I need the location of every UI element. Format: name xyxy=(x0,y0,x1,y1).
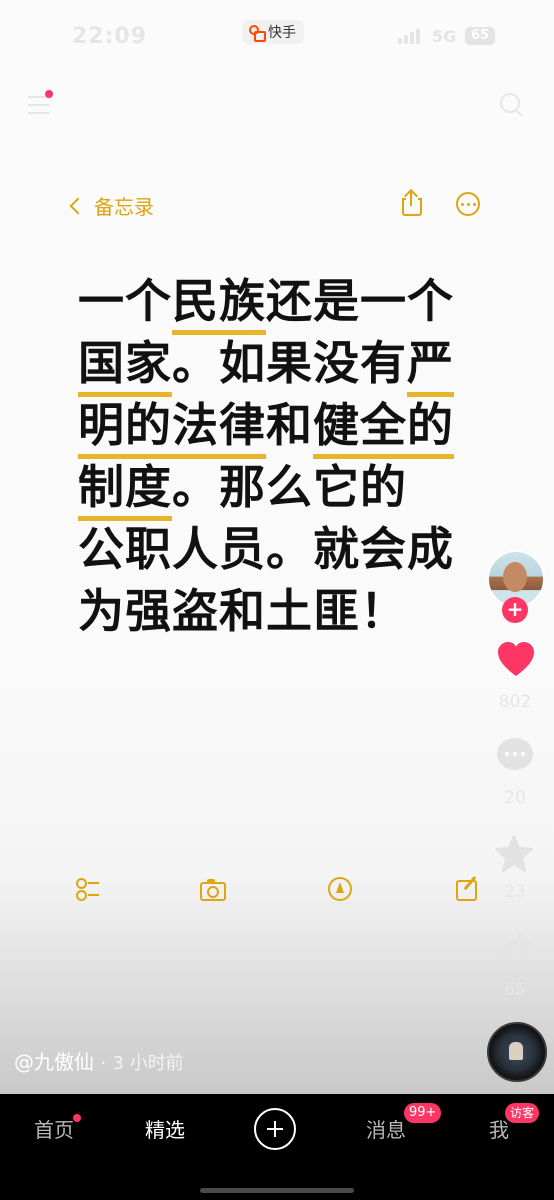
post-time: 3 小时前 xyxy=(112,1053,184,1074)
author-info: @九傲仙 · 3 小时前 xyxy=(14,1046,184,1075)
menu-icon[interactable] xyxy=(28,96,50,114)
home-indicator xyxy=(200,1188,354,1193)
app-name: 快手 xyxy=(268,25,296,41)
status-time: 22:09 xyxy=(72,24,148,49)
notes-back-button: 备忘录 xyxy=(68,191,154,220)
like-count: 802 xyxy=(498,692,532,712)
more-options-icon xyxy=(456,192,480,216)
note-line: 为强盗和土匪！ xyxy=(78,580,488,642)
share-count: 65 xyxy=(504,980,526,1000)
menu-notification-dot xyxy=(45,90,53,98)
camera-icon xyxy=(200,876,226,902)
highlighted-text: 严 xyxy=(407,336,454,397)
kuaishou-logo-icon xyxy=(248,24,266,42)
network-type: 5G xyxy=(432,27,457,46)
signal-icon xyxy=(398,29,420,44)
bottom-nav: 首页 精选 消息 99+ 我 访客 xyxy=(0,1094,554,1200)
chevron-left-icon xyxy=(69,197,87,214)
note-text-segment: 。那么它的 xyxy=(172,460,407,514)
highlighted-text: 民族 xyxy=(172,274,266,335)
note-text-segment: 和 xyxy=(266,398,313,452)
messages-badge: 99+ xyxy=(404,1103,442,1123)
note-text-segment: 一个 xyxy=(78,274,172,328)
note-body: 一个民族还是一个 国家。如果没有严 明的法律和健全的 制度。那么它的 公职人员。就会成为… xyxy=(78,270,488,642)
share-arrow-icon[interactable] xyxy=(496,928,536,964)
compose-icon xyxy=(456,876,482,902)
search-icon[interactable] xyxy=(500,93,520,113)
nav-messages[interactable]: 消息 xyxy=(366,1114,406,1143)
note-text-segment: 公职人员。就会成 xyxy=(78,522,454,576)
separator-dot: · xyxy=(100,1053,107,1074)
markup-pen-icon xyxy=(328,876,354,902)
nav-featured[interactable]: 精选 xyxy=(145,1114,185,1143)
checklist-icon xyxy=(76,876,102,902)
note-line: 一个民族还是一个 xyxy=(78,270,488,335)
highlighted-text: 健全的 xyxy=(313,398,454,459)
highlighted-text: 明的法律 xyxy=(78,398,266,459)
note-text-segment: 还是一个 xyxy=(266,274,454,328)
note-line: 制度。那么它的 xyxy=(78,456,488,521)
note-line: 明的法律和健全的 xyxy=(78,394,488,459)
note-text-segment: 。如果没有 xyxy=(172,336,407,390)
like-heart-icon[interactable] xyxy=(496,640,536,680)
nav-home[interactable]: 首页 xyxy=(34,1114,74,1143)
notes-back-label: 备忘录 xyxy=(94,195,154,219)
favorite-star-icon[interactable] xyxy=(494,834,534,874)
visitor-badge: 访客 xyxy=(505,1103,540,1123)
share-icon xyxy=(400,188,422,216)
app-indicator: 快手 xyxy=(242,20,304,44)
comment-count: 20 xyxy=(504,788,526,808)
highlighted-text: 国家 xyxy=(78,336,172,397)
note-line: 国家。如果没有严 xyxy=(78,332,488,397)
music-disc[interactable] xyxy=(487,1022,547,1082)
post-button[interactable] xyxy=(254,1108,296,1150)
author-name[interactable]: @九傲仙 xyxy=(14,1050,94,1074)
note-text-segment: 为强盗和土匪！ xyxy=(78,584,407,638)
follow-button[interactable]: + xyxy=(502,597,528,623)
battery-icon: 65 xyxy=(465,27,495,45)
highlighted-text: 制度 xyxy=(78,460,172,521)
comment-icon[interactable] xyxy=(497,738,533,770)
home-notification-dot xyxy=(73,1114,81,1122)
note-line: 公职人员。就会成 xyxy=(78,518,488,580)
favorite-count: 23 xyxy=(504,882,526,902)
